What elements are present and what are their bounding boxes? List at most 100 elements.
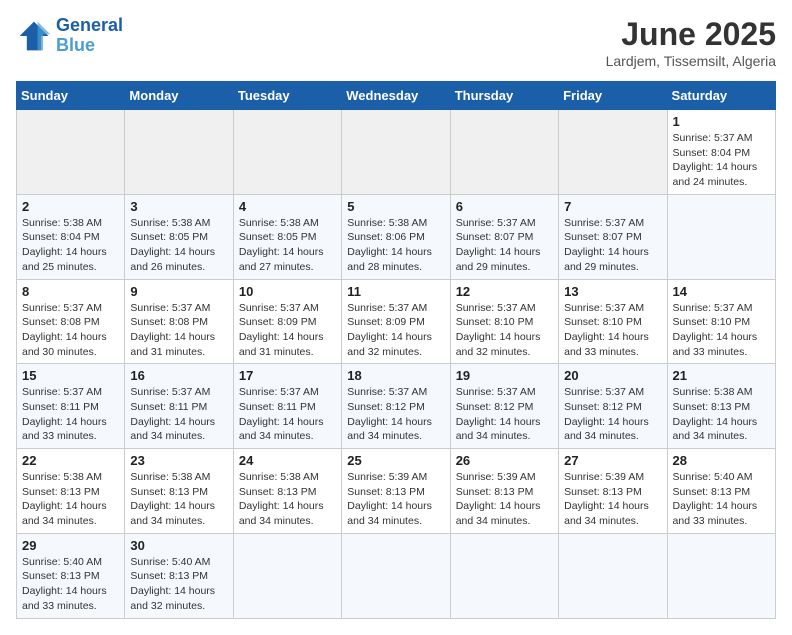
- day-cell-19: 19 Sunrise: 5:37 AM Sunset: 8:12 PM Dayl…: [450, 364, 558, 449]
- empty-cell: [450, 110, 558, 195]
- day-info: Sunrise: 5:37 AM Sunset: 8:09 PM Dayligh…: [347, 301, 444, 360]
- day-info: Sunrise: 5:37 AM Sunset: 8:04 PM Dayligh…: [673, 131, 770, 190]
- day-number: 3: [130, 199, 227, 214]
- day-number: 15: [22, 368, 119, 383]
- day-info: Sunrise: 5:37 AM Sunset: 8:11 PM Dayligh…: [130, 385, 227, 444]
- logo-icon: [16, 18, 52, 54]
- day-cell-25: 25 Sunrise: 5:39 AM Sunset: 8:13 PM Dayl…: [342, 449, 450, 534]
- day-info: Sunrise: 5:37 AM Sunset: 8:08 PM Dayligh…: [22, 301, 119, 360]
- empty-cell: [233, 533, 341, 618]
- col-header-sunday: Sunday: [17, 82, 125, 110]
- day-info: Sunrise: 5:37 AM Sunset: 8:12 PM Dayligh…: [456, 385, 553, 444]
- day-number: 29: [22, 538, 119, 553]
- day-number: 18: [347, 368, 444, 383]
- calendar-week-5: 22 Sunrise: 5:38 AM Sunset: 8:13 PM Dayl…: [17, 449, 776, 534]
- day-info: Sunrise: 5:37 AM Sunset: 8:08 PM Dayligh…: [130, 301, 227, 360]
- day-cell-7: 7 Sunrise: 5:37 AM Sunset: 8:07 PM Dayli…: [559, 194, 667, 279]
- month-title: June 2025: [606, 16, 776, 53]
- day-info: Sunrise: 5:37 AM Sunset: 8:10 PM Dayligh…: [564, 301, 661, 360]
- day-cell-27: 27 Sunrise: 5:39 AM Sunset: 8:13 PM Dayl…: [559, 449, 667, 534]
- empty-cell: [125, 110, 233, 195]
- empty-cell: [559, 533, 667, 618]
- day-number: 23: [130, 453, 227, 468]
- day-cell-12: 12 Sunrise: 5:37 AM Sunset: 8:10 PM Dayl…: [450, 279, 558, 364]
- day-number: 24: [239, 453, 336, 468]
- day-info: Sunrise: 5:37 AM Sunset: 8:11 PM Dayligh…: [239, 385, 336, 444]
- calendar-week-6: 29 Sunrise: 5:40 AM Sunset: 8:13 PM Dayl…: [17, 533, 776, 618]
- day-info: Sunrise: 5:38 AM Sunset: 8:13 PM Dayligh…: [239, 470, 336, 529]
- day-number: 2: [22, 199, 119, 214]
- day-info: Sunrise: 5:37 AM Sunset: 8:12 PM Dayligh…: [347, 385, 444, 444]
- day-info: Sunrise: 5:40 AM Sunset: 8:13 PM Dayligh…: [673, 470, 770, 529]
- day-number: 17: [239, 368, 336, 383]
- day-info: Sunrise: 5:38 AM Sunset: 8:13 PM Dayligh…: [673, 385, 770, 444]
- day-cell-26: 26 Sunrise: 5:39 AM Sunset: 8:13 PM Dayl…: [450, 449, 558, 534]
- day-cell-14: 14 Sunrise: 5:37 AM Sunset: 8:10 PM Dayl…: [667, 279, 775, 364]
- col-header-wednesday: Wednesday: [342, 82, 450, 110]
- empty-cell: [17, 110, 125, 195]
- day-number: 1: [673, 114, 770, 129]
- day-cell-17: 17 Sunrise: 5:37 AM Sunset: 8:11 PM Dayl…: [233, 364, 341, 449]
- day-number: 13: [564, 284, 661, 299]
- day-info: Sunrise: 5:39 AM Sunset: 8:13 PM Dayligh…: [347, 470, 444, 529]
- day-number: 27: [564, 453, 661, 468]
- day-info: Sunrise: 5:40 AM Sunset: 8:13 PM Dayligh…: [22, 555, 119, 614]
- day-number: 10: [239, 284, 336, 299]
- empty-cell: [667, 533, 775, 618]
- logo: General Blue: [16, 16, 123, 56]
- day-info: Sunrise: 5:38 AM Sunset: 8:05 PM Dayligh…: [239, 216, 336, 275]
- location: Lardjem, Tissemsilt, Algeria: [606, 53, 776, 69]
- col-header-tuesday: Tuesday: [233, 82, 341, 110]
- day-info: Sunrise: 5:38 AM Sunset: 8:13 PM Dayligh…: [130, 470, 227, 529]
- title-area: June 2025 Lardjem, Tissemsilt, Algeria: [606, 16, 776, 69]
- day-cell-18: 18 Sunrise: 5:37 AM Sunset: 8:12 PM Dayl…: [342, 364, 450, 449]
- day-cell-1: 1 Sunrise: 5:37 AM Sunset: 8:04 PM Dayli…: [667, 110, 775, 195]
- empty-cell: [667, 194, 775, 279]
- empty-cell: [233, 110, 341, 195]
- day-number: 7: [564, 199, 661, 214]
- calendar-table: SundayMondayTuesdayWednesdayThursdayFrid…: [16, 81, 776, 619]
- day-number: 28: [673, 453, 770, 468]
- day-cell-30: 30 Sunrise: 5:40 AM Sunset: 8:13 PM Dayl…: [125, 533, 233, 618]
- day-number: 6: [456, 199, 553, 214]
- calendar-header-row: SundayMondayTuesdayWednesdayThursdayFrid…: [17, 82, 776, 110]
- empty-cell: [450, 533, 558, 618]
- day-info: Sunrise: 5:40 AM Sunset: 8:13 PM Dayligh…: [130, 555, 227, 614]
- day-cell-13: 13 Sunrise: 5:37 AM Sunset: 8:10 PM Dayl…: [559, 279, 667, 364]
- day-info: Sunrise: 5:37 AM Sunset: 8:10 PM Dayligh…: [456, 301, 553, 360]
- day-cell-3: 3 Sunrise: 5:38 AM Sunset: 8:05 PM Dayli…: [125, 194, 233, 279]
- day-number: 25: [347, 453, 444, 468]
- col-header-saturday: Saturday: [667, 82, 775, 110]
- day-number: 30: [130, 538, 227, 553]
- day-cell-24: 24 Sunrise: 5:38 AM Sunset: 8:13 PM Dayl…: [233, 449, 341, 534]
- day-cell-8: 8 Sunrise: 5:37 AM Sunset: 8:08 PM Dayli…: [17, 279, 125, 364]
- day-number: 14: [673, 284, 770, 299]
- day-cell-4: 4 Sunrise: 5:38 AM Sunset: 8:05 PM Dayli…: [233, 194, 341, 279]
- calendar-week-2: 2 Sunrise: 5:38 AM Sunset: 8:04 PM Dayli…: [17, 194, 776, 279]
- calendar-week-1: 1 Sunrise: 5:37 AM Sunset: 8:04 PM Dayli…: [17, 110, 776, 195]
- day-info: Sunrise: 5:39 AM Sunset: 8:13 PM Dayligh…: [564, 470, 661, 529]
- day-number: 16: [130, 368, 227, 383]
- empty-cell: [559, 110, 667, 195]
- day-number: 22: [22, 453, 119, 468]
- empty-cell: [342, 533, 450, 618]
- day-number: 20: [564, 368, 661, 383]
- calendar-body: 1 Sunrise: 5:37 AM Sunset: 8:04 PM Dayli…: [17, 110, 776, 619]
- day-info: Sunrise: 5:38 AM Sunset: 8:13 PM Dayligh…: [22, 470, 119, 529]
- day-cell-6: 6 Sunrise: 5:37 AM Sunset: 8:07 PM Dayli…: [450, 194, 558, 279]
- day-info: Sunrise: 5:38 AM Sunset: 8:04 PM Dayligh…: [22, 216, 119, 275]
- day-number: 4: [239, 199, 336, 214]
- day-cell-5: 5 Sunrise: 5:38 AM Sunset: 8:06 PM Dayli…: [342, 194, 450, 279]
- day-cell-2: 2 Sunrise: 5:38 AM Sunset: 8:04 PM Dayli…: [17, 194, 125, 279]
- day-info: Sunrise: 5:37 AM Sunset: 8:12 PM Dayligh…: [564, 385, 661, 444]
- day-number: 5: [347, 199, 444, 214]
- calendar-week-4: 15 Sunrise: 5:37 AM Sunset: 8:11 PM Dayl…: [17, 364, 776, 449]
- day-number: 9: [130, 284, 227, 299]
- day-cell-16: 16 Sunrise: 5:37 AM Sunset: 8:11 PM Dayl…: [125, 364, 233, 449]
- day-info: Sunrise: 5:37 AM Sunset: 8:09 PM Dayligh…: [239, 301, 336, 360]
- col-header-friday: Friday: [559, 82, 667, 110]
- day-cell-29: 29 Sunrise: 5:40 AM Sunset: 8:13 PM Dayl…: [17, 533, 125, 618]
- day-number: 12: [456, 284, 553, 299]
- day-info: Sunrise: 5:37 AM Sunset: 8:10 PM Dayligh…: [673, 301, 770, 360]
- day-number: 21: [673, 368, 770, 383]
